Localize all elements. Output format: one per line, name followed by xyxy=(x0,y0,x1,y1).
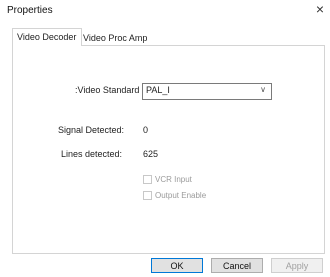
lines-detected-value: 625 xyxy=(143,149,159,159)
output-enable-label: Output Enable xyxy=(155,191,207,200)
cancel-button[interactable]: Cancel xyxy=(211,258,263,273)
properties-dialog: Properties × Video Decoder Video Proc Am… xyxy=(0,0,330,277)
video-standard-value: PAL_I xyxy=(146,85,170,95)
dialog-title: Properties xyxy=(7,5,53,16)
signal-detected-label: Signal Detected: xyxy=(58,125,125,135)
tab-panel xyxy=(12,45,325,254)
chevron-down-icon[interactable]: ∨ xyxy=(260,85,266,94)
lines-detected-label: Lines detected: xyxy=(61,149,123,159)
video-standard-label: :Video Standard xyxy=(75,85,140,95)
apply-button[interactable]: Apply xyxy=(271,258,323,273)
tab-video-proc-amp[interactable]: Video Proc Amp xyxy=(78,29,147,46)
ok-button[interactable]: OK xyxy=(151,258,203,273)
vcr-input-label: VCR Input xyxy=(155,175,192,184)
tab-video-decoder[interactable]: Video Decoder xyxy=(12,28,82,46)
vcr-input-checkbox[interactable] xyxy=(143,175,152,184)
video-standard-select[interactable]: PAL_I ∨ xyxy=(142,83,272,100)
close-icon[interactable]: × xyxy=(312,1,328,17)
output-enable-checkbox[interactable] xyxy=(143,191,152,200)
signal-detected-value: 0 xyxy=(143,125,149,135)
